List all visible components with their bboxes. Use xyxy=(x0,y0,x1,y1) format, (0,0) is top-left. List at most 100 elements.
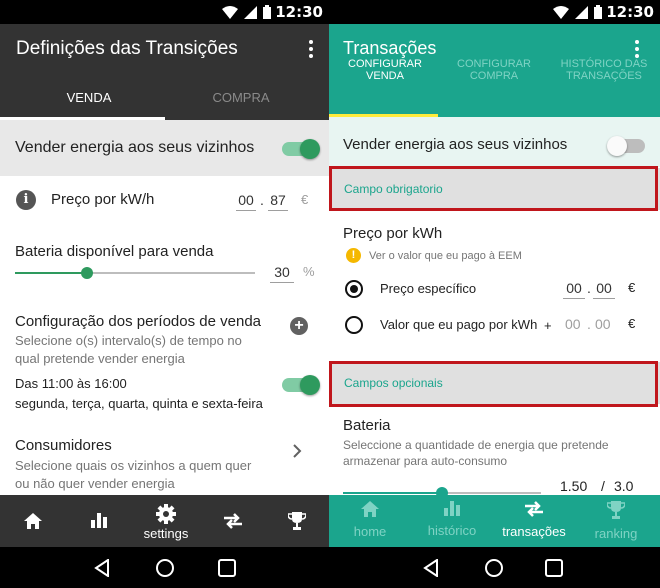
nav-ranking-label: ranking xyxy=(594,526,638,541)
periods-title: Configuração dos períodos de venda xyxy=(15,313,262,330)
tab-compra[interactable]: COMPRA xyxy=(166,90,316,105)
bar-chart-icon[interactable] xyxy=(91,513,107,528)
page-title: Transações xyxy=(343,38,437,58)
battery-slider-fill xyxy=(15,272,87,274)
signal-icon xyxy=(575,5,588,19)
bar-chart-icon xyxy=(444,501,460,516)
specific-price-separator: . xyxy=(587,280,591,296)
sell-toggle-label: Vender energia aos seus vizinhos xyxy=(343,136,568,153)
consumers-title[interactable]: Consumidores xyxy=(15,437,112,454)
periods-description-2: qual pretende vender energia xyxy=(15,351,185,366)
paid-price-whole[interactable]: 00 xyxy=(565,316,581,332)
battery-slider-fill xyxy=(343,492,442,494)
specific-price-whole-input[interactable]: 00 xyxy=(563,280,585,299)
tab-historico[interactable]: HISTÓRICO DAS TRANSAÇÕES xyxy=(551,58,657,82)
currency-symbol: € xyxy=(301,192,309,207)
tab-configurar-compra[interactable]: CONFIGURAR COMPRA xyxy=(442,58,546,82)
trophy-icon xyxy=(606,501,626,519)
status-time: 12:30 xyxy=(606,3,654,21)
swap-arrows-icon[interactable] xyxy=(224,513,242,529)
price-cents-input[interactable]: 87 xyxy=(268,192,288,211)
battery-separator: / xyxy=(601,478,605,494)
required-section-label: Campo obrigatorio xyxy=(344,182,443,196)
radio-paid-price[interactable] xyxy=(345,316,363,334)
battery-unit: % xyxy=(303,264,315,279)
sell-toggle-label: Vender energia aos seus vizinhos xyxy=(15,139,255,156)
nav-ranking[interactable]: ranking xyxy=(581,501,651,541)
paid-price-currency: € xyxy=(628,316,636,331)
tab-bar: VENDA COMPRA xyxy=(0,78,329,120)
status-time: 12:30 xyxy=(275,3,323,21)
paid-price-label: Valor que eu pago por kWh xyxy=(380,317,538,332)
app-bar: Definições das Transições VENDA COMPRA xyxy=(0,24,329,120)
interval-time: Das 11:00 às 16:00 xyxy=(15,376,127,391)
optional-section-label: Campos opcionais xyxy=(344,376,443,390)
system-navigation-bar xyxy=(329,547,660,588)
status-bar: 12:30 xyxy=(0,0,329,24)
battery-description-2: armazenar para auto-consumo xyxy=(343,454,508,468)
price-separator: . xyxy=(260,192,264,208)
radio-specific-price[interactable] xyxy=(345,280,363,298)
overflow-menu-icon[interactable] xyxy=(635,40,639,58)
tab-line-2: TRANSAÇÕES xyxy=(566,70,642,82)
consumers-description-1: Selecione quais os vizinhos a quem quer xyxy=(15,458,252,473)
price-hint-link[interactable]: Ver o valor que eu pago à EEM xyxy=(369,250,522,262)
home-icon[interactable] xyxy=(24,513,42,529)
info-icon[interactable]: i xyxy=(16,190,36,210)
swap-arrows-icon xyxy=(525,501,543,517)
home-circle-icon[interactable] xyxy=(155,558,175,578)
tab-configurar-venda[interactable]: CONFIGURAR VENDA xyxy=(333,58,437,82)
left-screen: 12:30 Definições das Transições VENDA CO… xyxy=(0,0,329,588)
bottom-navigation: settings xyxy=(0,495,329,547)
specific-price-label: Preço específico xyxy=(380,281,477,296)
overflow-menu-icon[interactable] xyxy=(309,40,313,58)
info-icon: ! xyxy=(346,248,361,263)
interval-days: segunda, terça, quarta, quinta e sexta-f… xyxy=(15,396,263,411)
gear-icon[interactable] xyxy=(156,504,176,524)
sell-toggle[interactable] xyxy=(607,136,645,156)
status-icons xyxy=(553,5,602,19)
nav-settings-label[interactable]: settings xyxy=(136,526,196,541)
system-navigation-bar xyxy=(0,547,329,588)
home-circle-icon[interactable] xyxy=(484,558,504,578)
back-icon[interactable] xyxy=(94,559,110,577)
wifi-icon xyxy=(553,5,569,19)
paid-price-separator: . xyxy=(587,316,591,332)
nav-historico-label: histórico xyxy=(427,523,477,538)
nav-home-label: home xyxy=(353,524,387,539)
nav-home[interactable]: home xyxy=(335,501,405,539)
status-bar: 12:30 xyxy=(329,0,660,24)
price-whole-input[interactable]: 00 xyxy=(236,192,256,211)
recents-icon[interactable] xyxy=(218,559,236,577)
paid-price-plus: + xyxy=(544,318,552,333)
battery-max: 3.0 xyxy=(614,478,634,494)
battery-title: Bateria xyxy=(343,417,391,434)
tab-venda[interactable]: VENDA xyxy=(14,90,164,105)
battery-slider-thumb[interactable] xyxy=(81,267,93,279)
right-screen: 12:30 Transações CONFIGURAR VENDA CONFIG… xyxy=(329,0,660,588)
periods-description-1: Selecione o(s) intervalo(s) de tempo no xyxy=(15,333,242,348)
nav-historico[interactable]: histórico xyxy=(417,501,487,538)
bottom-navigation: home histórico transações ranking xyxy=(329,495,660,547)
chevron-right-icon[interactable] xyxy=(293,444,302,458)
battery-description-1: Seleccione a quantidade de energia que p… xyxy=(343,438,609,452)
battery-value-input[interactable]: 30 xyxy=(270,264,294,283)
battery-label: Bateria disponível para venda xyxy=(15,243,214,260)
specific-price-cents-input[interactable]: 00 xyxy=(593,280,615,299)
trophy-icon[interactable] xyxy=(288,512,306,530)
battery-value[interactable]: 1.50 xyxy=(560,478,587,494)
page-title: Definições das Transições xyxy=(16,38,238,59)
signal-icon xyxy=(244,5,257,19)
add-period-icon[interactable]: + xyxy=(290,317,308,335)
tab-line-1: HISTÓRICO DAS xyxy=(560,58,648,70)
tab-line-1: CONFIGURAR xyxy=(457,58,531,70)
battery-icon xyxy=(594,5,602,19)
nav-transacoes[interactable]: transações xyxy=(499,501,569,539)
price-label: Preço por kW/h xyxy=(51,191,155,208)
specific-price-currency: € xyxy=(628,280,636,295)
recents-icon[interactable] xyxy=(545,559,563,577)
paid-price-cents[interactable]: 00 xyxy=(595,316,611,332)
sell-toggle[interactable] xyxy=(282,139,320,159)
interval-toggle[interactable] xyxy=(282,375,320,395)
back-icon[interactable] xyxy=(423,559,439,577)
